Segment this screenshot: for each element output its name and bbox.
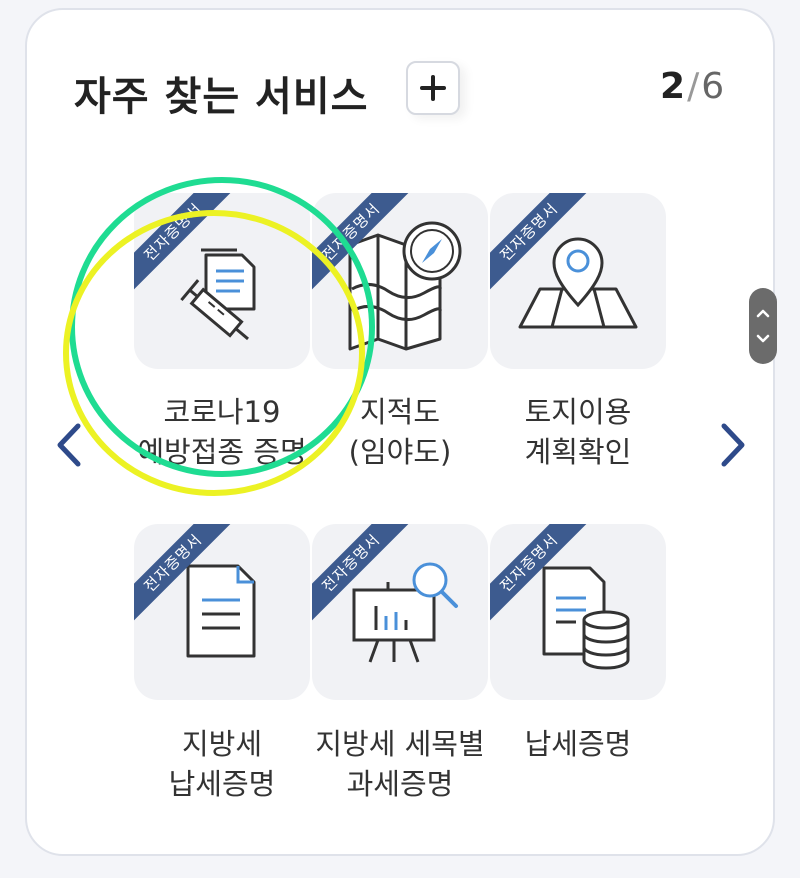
presentation-chart-icon <box>352 562 458 663</box>
service-label-line1: 코로나19 <box>163 395 281 429</box>
page-separator: / <box>687 66 700 107</box>
service-label-line1: 지방세 <box>181 727 263 761</box>
add-service-button[interactable] <box>406 61 460 115</box>
map-pin-icon <box>518 237 638 329</box>
document-database-icon <box>542 566 630 670</box>
service-label-line2: 납세증명 <box>168 767 276 801</box>
service-label-land-use-plan: 토지이용 계획확인 <box>478 392 678 472</box>
page-indicator: 2/6 <box>660 66 724 107</box>
service-label-cadastral-map: 지적도 (임야도) <box>300 392 500 472</box>
service-label-line2: 과세증명 <box>346 767 454 801</box>
service-tile-land-use-plan[interactable]: 전자증명서 <box>490 193 666 369</box>
section-title: 자주 찾는 서비스 <box>74 74 369 120</box>
chevron-right-icon <box>721 423 745 467</box>
service-tile-local-tax-by-item[interactable]: 전자증명서 <box>312 524 488 700</box>
service-label-tax-payment: 납세증명 <box>478 724 678 764</box>
service-label-line2: 예방접종 증명 <box>137 435 307 469</box>
map-compass-icon <box>348 221 462 351</box>
service-label-line1: 납세증명 <box>524 727 632 761</box>
scroll-handle[interactable] <box>749 288 777 364</box>
service-label-local-tax-by-item: 지방세 세목별 과세증명 <box>300 724 500 804</box>
service-label-line1: 지방세 세목별 <box>315 727 485 761</box>
service-label-line2: 계획확인 <box>524 435 632 469</box>
prev-page-button[interactable] <box>50 418 90 472</box>
vaccine-document-icon <box>180 248 256 341</box>
service-label-line2: (임야도) <box>348 435 452 469</box>
service-tile-covid-vaccination[interactable]: 전자증명서 <box>134 193 310 369</box>
page-total: 6 <box>701 66 725 107</box>
service-tile-tax-payment[interactable]: 전자증명서 <box>490 524 666 700</box>
service-tile-cadastral-map[interactable]: 전자증명서 <box>312 193 488 369</box>
service-label-line1: 토지이용 <box>524 395 632 429</box>
service-label-line1: 지적도 <box>359 395 441 429</box>
service-label-covid-vaccination: 코로나19 예방접종 증명 <box>122 392 322 472</box>
plus-icon <box>420 75 446 101</box>
service-tile-local-tax-payment[interactable]: 전자증명서 <box>134 524 310 700</box>
document-icon <box>186 564 256 658</box>
chevron-left-icon <box>57 423 81 467</box>
up-down-arrows-icon <box>756 309 770 343</box>
next-page-button[interactable] <box>712 418 752 472</box>
service-label-local-tax-payment: 지방세 납세증명 <box>122 724 322 804</box>
page-current: 2 <box>660 66 686 107</box>
